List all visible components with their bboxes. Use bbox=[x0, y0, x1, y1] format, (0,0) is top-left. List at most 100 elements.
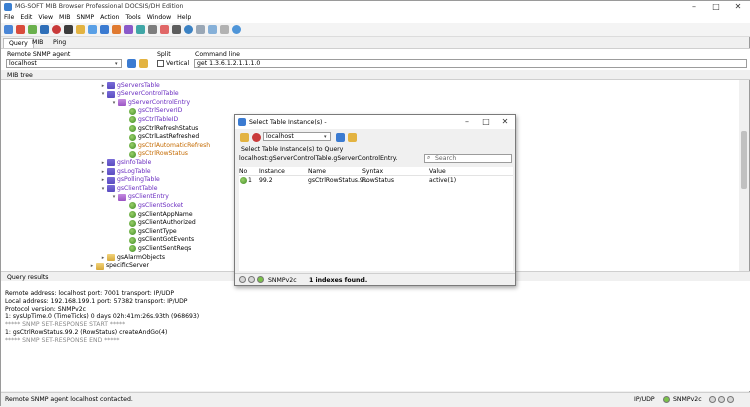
tree-node[interactable]: gsClientAppName bbox=[122, 211, 193, 219]
tree-node-label: gServersTable bbox=[117, 81, 160, 89]
tree-node[interactable]: gsClientSentReqs bbox=[122, 245, 191, 253]
status-led-icon bbox=[727, 396, 734, 403]
tree-node-label: gServerControlTable bbox=[117, 90, 179, 98]
menu-mib[interactable]: MIB bbox=[56, 13, 73, 23]
tree-node[interactable]: ▸ gsPollingTable bbox=[100, 176, 160, 184]
tree-node[interactable]: ▸ gServersTable bbox=[100, 82, 160, 90]
expand-icon[interactable]: ▸ bbox=[100, 82, 106, 90]
dialog-agent-icon[interactable] bbox=[252, 133, 261, 142]
table-node-icon bbox=[107, 82, 115, 89]
mib-icon[interactable] bbox=[28, 25, 37, 34]
column-no[interactable]: No bbox=[239, 167, 247, 176]
expand-icon[interactable]: ▸ bbox=[100, 168, 106, 176]
dialog-properties-icon[interactable] bbox=[336, 133, 345, 142]
stop-icon[interactable] bbox=[52, 25, 61, 34]
folder-node-icon bbox=[107, 254, 115, 261]
info-icon[interactable] bbox=[232, 25, 241, 34]
dialog-search-input[interactable]: Search bbox=[424, 154, 512, 163]
column-value[interactable]: Value bbox=[429, 167, 446, 176]
dialog-agent-select[interactable]: localhost bbox=[263, 132, 331, 141]
dialog-close-button[interactable]: ✕ bbox=[494, 116, 516, 128]
tree-node-label: gsCtrlAutomaticRefresh bbox=[138, 141, 211, 149]
tree-node[interactable]: gsCtrlLastRefreshed bbox=[122, 133, 199, 141]
tree-node[interactable]: gsClientType bbox=[122, 228, 177, 236]
tree-scrollbar-thumb[interactable] bbox=[741, 131, 747, 189]
query-icon[interactable] bbox=[40, 25, 49, 34]
column-instance[interactable]: Instance bbox=[259, 167, 285, 176]
select-table-instance-dialog: Select Table Instance(s) - – □ ✕ localho… bbox=[234, 114, 516, 286]
window-icon[interactable] bbox=[196, 25, 205, 34]
collapse-icon[interactable]: ▾ bbox=[100, 90, 106, 98]
collapse-icon[interactable]: ▾ bbox=[111, 193, 117, 201]
menu-view[interactable]: View bbox=[35, 13, 56, 23]
result-line: ***** SNMP SET-RESPONSE START ***** bbox=[5, 321, 126, 329]
print-icon[interactable] bbox=[172, 25, 181, 34]
tree-node[interactable]: ▾ gsClientEntry bbox=[111, 193, 169, 201]
get-icon[interactable] bbox=[64, 25, 73, 34]
tree-node[interactable]: gsCtrlRefreshStatus bbox=[122, 125, 198, 133]
instance-grid[interactable]: 1 99.2 gsCtrlRowStatus.9... RowStatus ac… bbox=[239, 176, 513, 271]
connect-icon[interactable] bbox=[4, 25, 13, 34]
tree-node[interactable]: gsCtrlAutomaticRefresh bbox=[122, 142, 210, 150]
tree-node[interactable]: ▸ gsInfoTable bbox=[100, 159, 151, 167]
vertical-checkbox[interactable] bbox=[157, 60, 164, 67]
contact-icon[interactable] bbox=[160, 25, 169, 34]
dialog-folder-icon[interactable] bbox=[240, 133, 249, 142]
tile-icon[interactable] bbox=[208, 25, 217, 34]
table-node-icon bbox=[107, 176, 115, 184]
menu-action[interactable]: Action bbox=[97, 13, 122, 23]
walk-icon[interactable] bbox=[88, 25, 97, 34]
expand-icon[interactable]: ▸ bbox=[89, 262, 95, 270]
menu-snmp[interactable]: SNMP bbox=[73, 13, 97, 23]
ping-icon[interactable] bbox=[136, 25, 145, 34]
expand-icon[interactable]: ▸ bbox=[100, 159, 106, 167]
menu-edit[interactable]: Edit bbox=[17, 13, 35, 23]
collapse-icon[interactable]: ▾ bbox=[111, 99, 117, 107]
tree-node[interactable]: ▸ gsLogTable bbox=[100, 168, 151, 176]
table-icon[interactable] bbox=[100, 25, 109, 34]
cascade-icon[interactable] bbox=[220, 25, 229, 34]
tree-node-label: gsAlarmObjects bbox=[117, 253, 165, 261]
command-input[interactable]: get 1.3.6.1.2.1.1.1.0 bbox=[194, 59, 747, 68]
menu-help[interactable]: Help bbox=[174, 13, 194, 23]
set-icon[interactable] bbox=[112, 25, 121, 34]
agent-properties-icon[interactable] bbox=[127, 59, 136, 68]
close-button[interactable]: ✕ bbox=[727, 1, 749, 13]
table-row[interactable]: 1 99.2 gsCtrlRowStatus.9... RowStatus ac… bbox=[239, 176, 513, 186]
getnext-icon[interactable] bbox=[76, 25, 85, 34]
agent-dropdown-icon[interactable]: ▾ bbox=[115, 61, 118, 67]
status-bar: Remote SNMP agent localhost contacted. I… bbox=[1, 392, 750, 407]
tree-node[interactable]: gsClientGotEvents bbox=[122, 236, 194, 244]
column-syntax[interactable]: Syntax bbox=[362, 167, 383, 176]
tree-node[interactable]: gsCtrlRowStatus bbox=[122, 150, 188, 158]
maximize-button[interactable]: □ bbox=[705, 1, 727, 13]
collapse-icon[interactable]: ▾ bbox=[100, 185, 106, 193]
tree-node[interactable]: gsCtrlTableID bbox=[122, 116, 178, 124]
tree-node[interactable]: ▾ gServerControlEntry bbox=[111, 99, 190, 107]
expand-icon[interactable]: ▸ bbox=[100, 254, 106, 262]
tree-node[interactable]: ▾ gsClientTable bbox=[100, 185, 157, 193]
tree-node[interactable]: gsClientAuthorized bbox=[122, 219, 196, 227]
dialog-open-icon[interactable] bbox=[348, 133, 357, 142]
column-name[interactable]: Name bbox=[308, 167, 326, 176]
tree-node[interactable]: ▾ gServerControlTable bbox=[100, 90, 179, 98]
tab-ping[interactable]: Ping bbox=[48, 38, 71, 48]
trap-icon[interactable] bbox=[124, 25, 133, 34]
expand-icon[interactable]: ▸ bbox=[100, 176, 106, 184]
tree-node[interactable]: gsClientSocket bbox=[122, 202, 183, 210]
menu-window[interactable]: Window bbox=[144, 13, 174, 23]
agent-input[interactable]: localhost bbox=[6, 59, 122, 68]
query-results-label: Query results bbox=[7, 274, 49, 281]
tree-node[interactable]: ▸ specificServer bbox=[89, 262, 149, 270]
options-icon[interactable] bbox=[148, 25, 157, 34]
minimize-button[interactable]: – bbox=[683, 1, 705, 13]
agent-folder-icon[interactable] bbox=[139, 59, 148, 68]
help-icon[interactable] bbox=[184, 25, 193, 34]
menu-tools[interactable]: Tools bbox=[122, 13, 143, 23]
menu-file[interactable]: File bbox=[1, 13, 17, 23]
tab-mib[interactable]: MIB bbox=[27, 38, 48, 48]
dialog-agent-dropdown-icon[interactable]: ▾ bbox=[324, 134, 327, 140]
disconnect-icon[interactable] bbox=[16, 25, 25, 34]
tree-node[interactable]: gsCtrlServerID bbox=[122, 107, 182, 115]
tree-node[interactable]: ▸ gsAlarmObjects bbox=[100, 254, 165, 262]
